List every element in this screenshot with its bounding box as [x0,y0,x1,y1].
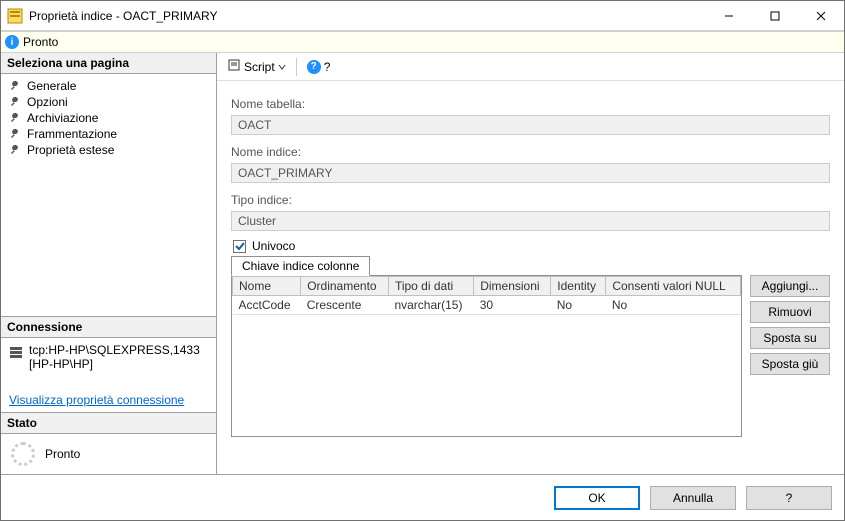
state-panel: Stato Pronto [1,412,216,474]
nav-item-fragmentation[interactable]: Frammentazione [7,126,210,142]
view-connection-link[interactable]: Visualizza proprietà connessione [7,392,186,408]
minimize-button[interactable] [706,1,752,31]
wrench-icon [9,144,21,156]
add-button[interactable]: Aggiungi... [750,275,830,297]
col-identity[interactable]: Identity [551,277,606,296]
help-button[interactable]: ? [746,486,832,510]
index-properties-window: Proprietà indice - OACT_PRIMARY i Pronto… [0,0,845,521]
grid-wrap: Chiave indice colonne Nome Ordinamento T… [231,275,830,437]
chevron-down-icon [278,60,286,74]
columns-grid-box: Chiave indice colonne Nome Ordinamento T… [231,275,742,437]
titlebar: Proprietà indice - OACT_PRIMARY [1,1,844,31]
connection-panel: Connessione tcp:HP-HP\SQLEXPRESS,1433 [H… [1,316,216,412]
nav-label: Generale [27,79,76,93]
cell-identity: No [551,296,606,315]
col-size[interactable]: Dimensioni [474,277,551,296]
help-icon: ? [307,60,321,74]
script-icon [227,58,241,75]
col-dtype[interactable]: Tipo di dati [388,277,473,296]
nav-label: Archiviazione [27,111,98,125]
connection-user: [HP-HP\HP] [29,357,200,371]
index-type-value: Cluster [231,211,830,231]
status-strip: i Pronto [1,31,844,53]
columns-grid[interactable]: Nome Ordinamento Tipo di dati Dimensioni… [232,276,741,315]
nav-list: Generale Opzioni Archiviazione Frammenta… [1,74,216,162]
cell-size: 30 [474,296,551,315]
connection-server: tcp:HP-HP\SQLEXPRESS,1433 [29,343,200,357]
cell-name: AcctCode [233,296,301,315]
window-title: Proprietà indice - OACT_PRIMARY [29,9,706,23]
nav-item-storage[interactable]: Archiviazione [7,110,210,126]
grid-header-row: Nome Ordinamento Tipo di dati Dimensioni… [233,277,741,296]
maximize-button[interactable] [752,1,798,31]
connection-header: Connessione [1,317,216,338]
grid-buttons: Aggiungi... Rimuovi Sposta su Sposta giù [750,275,830,437]
table-name-label: Nome tabella: [231,97,830,111]
unique-checkbox[interactable] [233,240,246,253]
grid-row[interactable]: AcctCode Crescente nvarchar(15) 30 No No [233,296,741,315]
help-glyph: ? [324,60,331,74]
app-icon [7,8,23,24]
nav-label: Frammentazione [27,127,117,141]
cell-nulls: No [606,296,741,315]
help-button[interactable]: ? ? [303,58,335,76]
left-pane: Seleziona una pagina Generale Opzioni Ar… [1,53,217,474]
move-up-button[interactable]: Sposta su [750,327,830,349]
index-name-value: OACT_PRIMARY [231,163,830,183]
col-order[interactable]: Ordinamento [301,277,389,296]
wrench-icon [9,128,21,140]
server-icon [9,345,23,359]
info-icon: i [5,35,19,49]
cell-dtype: nvarchar(15) [388,296,473,315]
cancel-button[interactable]: Annulla [650,486,736,510]
script-button[interactable]: Script [223,56,290,77]
nav-item-extended[interactable]: Proprietà estese [7,142,210,158]
col-nulls[interactable]: Consenti valori NULL [606,277,741,296]
wrench-icon [9,96,21,108]
nav-label: Proprietà estese [27,143,114,157]
form-area: Nome tabella: OACT Nome indice: OACT_PRI… [217,81,844,447]
select-page-header: Seleziona una pagina [1,53,216,74]
table-name-value: OACT [231,115,830,135]
ok-button[interactable]: OK [554,486,640,510]
index-name-label: Nome indice: [231,145,830,159]
right-pane: Script ? ? Nome tabella: OACT Nome indic… [217,53,844,474]
connection-row: tcp:HP-HP\SQLEXPRESS,1433 [HP-HP\HP] [7,342,210,372]
status-text: Pronto [23,35,58,49]
spinner-icon [11,442,35,466]
unique-label: Univoco [252,239,295,253]
toolbar-separator [296,58,297,76]
nav-label: Opzioni [27,95,68,109]
script-label: Script [244,60,275,74]
footer: OK Annulla ? [1,474,844,520]
wrench-icon [9,112,21,124]
content-area: Seleziona una pagina Generale Opzioni Ar… [1,53,844,474]
nav-item-general[interactable]: Generale [7,78,210,94]
tab-key-columns[interactable]: Chiave indice colonne [231,256,370,276]
remove-button[interactable]: Rimuovi [750,301,830,323]
close-button[interactable] [798,1,844,31]
cell-order: Crescente [301,296,389,315]
unique-checkbox-row: Univoco [233,239,830,253]
state-header: Stato [1,413,216,434]
col-name[interactable]: Nome [233,277,301,296]
state-text: Pronto [45,447,80,461]
wrench-icon [9,80,21,92]
move-down-button[interactable]: Sposta giù [750,353,830,375]
index-type-label: Tipo indice: [231,193,830,207]
nav-item-options[interactable]: Opzioni [7,94,210,110]
toolbar: Script ? ? [217,53,844,81]
